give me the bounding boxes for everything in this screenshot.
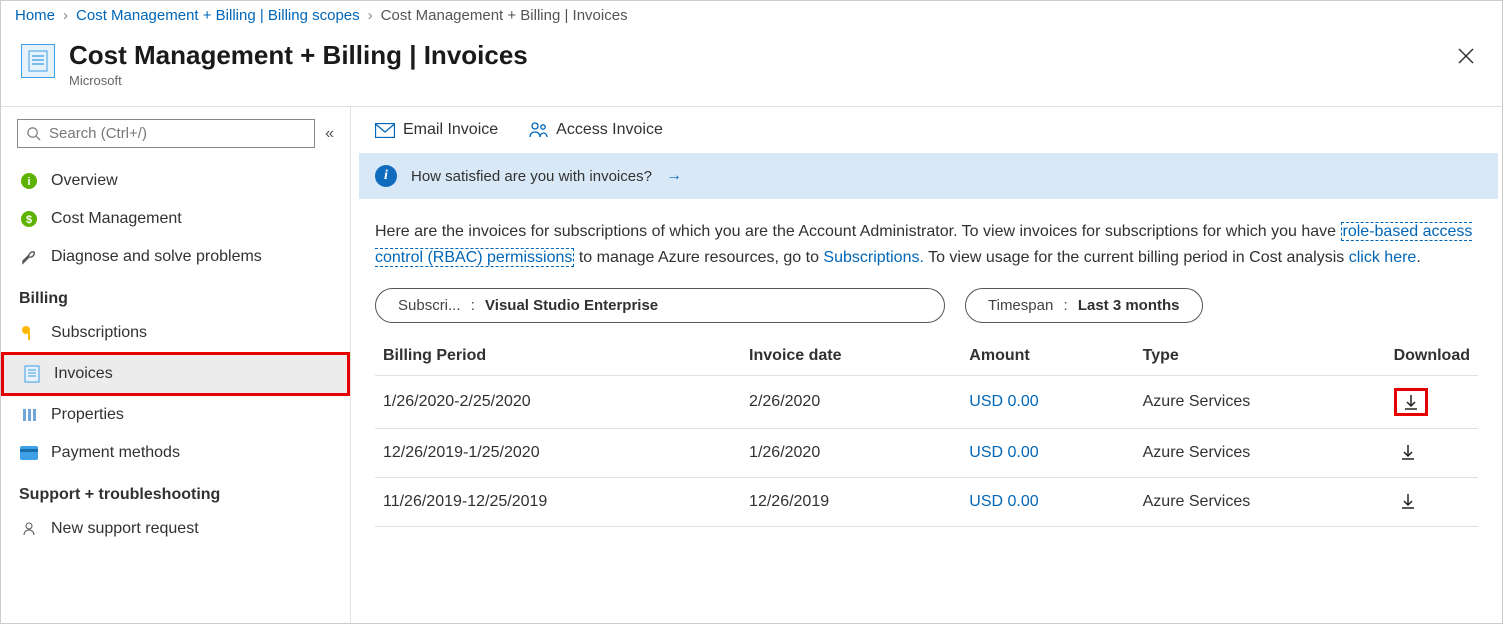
invoice-icon — [21, 44, 55, 78]
sidebar-item-label: Diagnose and solve problems — [51, 248, 262, 266]
cell-amount[interactable]: USD 0.00 — [961, 429, 1134, 478]
sidebar-item-costmgmt[interactable]: $ Cost Management — [1, 200, 350, 238]
search-input[interactable]: Search (Ctrl+/) — [17, 119, 315, 148]
col-period[interactable]: Billing Period — [375, 337, 741, 376]
search-icon — [26, 126, 41, 141]
cell-amount[interactable]: USD 0.00 — [961, 376, 1134, 429]
sidebar-item-invoices[interactable]: Invoices — [1, 352, 350, 396]
cell-type: Azure Services — [1135, 478, 1386, 527]
sidebar: Search (Ctrl+/) « i Overview $ Cost Mana… — [1, 107, 351, 624]
subscription-filter[interactable]: Subscri... : Visual Studio Enterprise — [375, 288, 945, 323]
filter-row: Subscri... : Visual Studio Enterprise Ti… — [351, 288, 1502, 337]
sidebar-item-label: Payment methods — [51, 444, 180, 462]
support-icon — [19, 519, 39, 539]
key-icon — [19, 323, 39, 343]
sidebar-item-properties[interactable]: Properties — [1, 396, 350, 434]
mail-icon — [375, 123, 395, 138]
filter-value: Visual Studio Enterprise — [485, 297, 658, 314]
sidebar-item-label: Overview — [51, 172, 118, 190]
table-row: 1/26/2020-2/25/20202/26/2020USD 0.00Azur… — [375, 376, 1478, 429]
info-icon: i — [375, 165, 397, 187]
breadcrumb-home[interactable]: Home — [15, 7, 55, 24]
filter-label: Timespan — [988, 297, 1053, 314]
cell-date: 12/26/2019 — [741, 478, 961, 527]
intro-segment: To view usage for the current billing pe… — [924, 249, 1349, 266]
page-subtitle: Microsoft — [69, 73, 528, 88]
download-button[interactable] — [1394, 490, 1422, 512]
toolbar-label: Email Invoice — [403, 121, 498, 139]
sidebar-item-newrequest[interactable]: New support request — [1, 510, 350, 548]
col-date[interactable]: Invoice date — [741, 337, 961, 376]
chevron-right-icon: › — [368, 7, 373, 24]
card-icon — [19, 443, 39, 463]
chevron-right-icon: › — [63, 7, 68, 24]
filter-label: Subscri... — [398, 297, 461, 314]
intro-segment: Here are the invoices for subscriptions … — [375, 223, 1341, 240]
invoice-icon — [22, 364, 42, 384]
filter-value: Last 3 months — [1078, 297, 1180, 314]
sidebar-section-support: Support + troubleshooting — [1, 472, 350, 510]
cell-period: 12/26/2019-1/25/2020 — [375, 429, 741, 478]
wrench-icon — [19, 247, 39, 267]
col-download[interactable]: Download — [1386, 337, 1478, 376]
cell-amount[interactable]: USD 0.00 — [961, 478, 1134, 527]
sidebar-item-label: Invoices — [54, 365, 113, 383]
cost-mgmt-icon: $ — [19, 209, 39, 229]
overview-icon: i — [19, 171, 39, 191]
svg-text:i: i — [27, 176, 30, 188]
svg-text:$: $ — [26, 214, 32, 226]
page-header: Cost Management + Billing | Invoices Mic… — [1, 30, 1502, 107]
cell-period: 1/26/2020-2/25/2020 — [375, 376, 741, 429]
col-type[interactable]: Type — [1135, 337, 1386, 376]
collapse-sidebar-button[interactable]: « — [325, 125, 334, 143]
sidebar-item-label: Properties — [51, 406, 124, 424]
cell-period: 11/26/2019-12/25/2019 — [375, 478, 741, 527]
arrow-right-icon: → — [666, 167, 682, 185]
sidebar-section-billing: Billing — [1, 276, 350, 314]
sidebar-item-label: Cost Management — [51, 210, 182, 228]
sidebar-item-label: New support request — [51, 520, 199, 538]
sidebar-item-label: Subscriptions — [51, 324, 147, 342]
intro-text: Here are the invoices for subscriptions … — [351, 219, 1502, 288]
search-placeholder: Search (Ctrl+/) — [49, 125, 147, 142]
access-invoice-button[interactable]: Access Invoice — [528, 121, 663, 139]
banner-text: How satisfied are you with invoices? — [411, 168, 652, 185]
close-button[interactable] — [1450, 40, 1482, 74]
breadcrumb-current: Cost Management + Billing | Invoices — [381, 7, 628, 24]
sidebar-item-payment[interactable]: Payment methods — [1, 434, 350, 472]
toolbar-label: Access Invoice — [556, 121, 663, 139]
click-here-link[interactable]: click here — [1349, 249, 1417, 266]
breadcrumb-scopes[interactable]: Cost Management + Billing | Billing scop… — [76, 7, 360, 24]
content-area: Email Invoice Access Invoice i How satis… — [351, 107, 1502, 624]
properties-icon — [19, 405, 39, 425]
cell-date: 1/26/2020 — [741, 429, 961, 478]
intro-segment: . — [1416, 249, 1420, 266]
subscriptions-link[interactable]: Subscriptions. — [823, 249, 924, 266]
sidebar-item-diagnose[interactable]: Diagnose and solve problems — [1, 238, 350, 276]
col-amount[interactable]: Amount — [961, 337, 1134, 376]
cell-type: Azure Services — [1135, 429, 1386, 478]
cell-date: 2/26/2020 — [741, 376, 961, 429]
cell-type: Azure Services — [1135, 376, 1386, 429]
toolbar: Email Invoice Access Invoice — [351, 107, 1502, 153]
invoices-table: Billing Period Invoice date Amount Type … — [375, 337, 1478, 527]
table-row: 11/26/2019-12/25/201912/26/2019USD 0.00A… — [375, 478, 1478, 527]
people-icon — [528, 121, 548, 139]
breadcrumb: Home › Cost Management + Billing | Billi… — [1, 1, 1502, 30]
intro-segment: to manage Azure resources, go to — [574, 249, 823, 266]
download-button[interactable] — [1394, 388, 1428, 416]
sidebar-item-overview[interactable]: i Overview — [1, 162, 350, 200]
timespan-filter[interactable]: Timespan : Last 3 months — [965, 288, 1203, 323]
table-row: 12/26/2019-1/25/20201/26/2020USD 0.00Azu… — [375, 429, 1478, 478]
email-invoice-button[interactable]: Email Invoice — [375, 121, 498, 139]
download-button[interactable] — [1394, 441, 1422, 463]
feedback-banner[interactable]: i How satisfied are you with invoices? → — [359, 153, 1498, 199]
sidebar-item-subscriptions[interactable]: Subscriptions — [1, 314, 350, 352]
page-title: Cost Management + Billing | Invoices — [69, 40, 528, 71]
